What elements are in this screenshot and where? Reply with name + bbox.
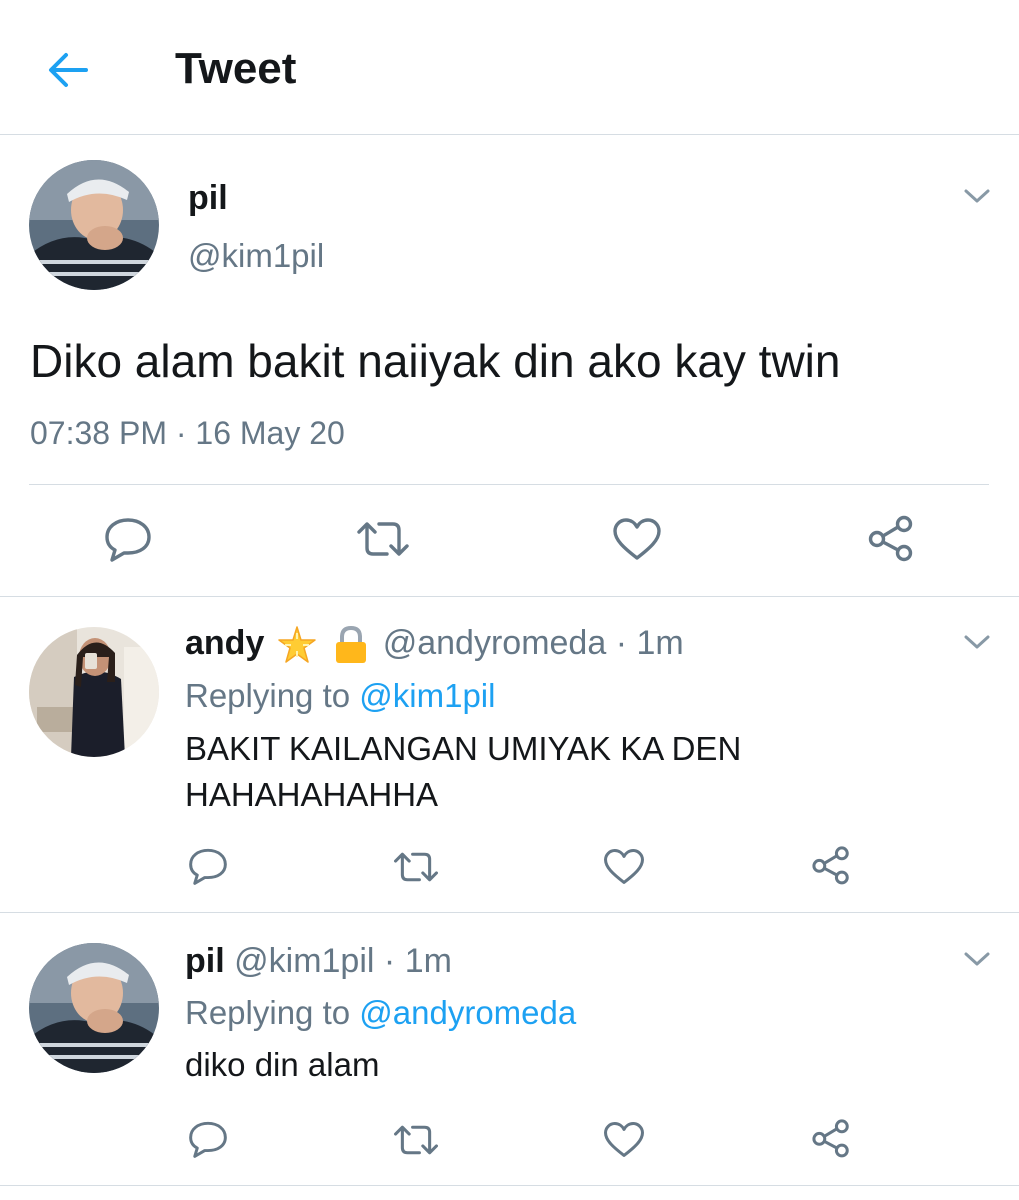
replying-to-line: Replying to @andyromeda (185, 992, 576, 1034)
section-divider (0, 912, 1019, 913)
share-icon (812, 1119, 849, 1158)
chevron-down-icon (964, 635, 990, 649)
replying-to-link[interactable]: @andyromeda (359, 994, 576, 1031)
replying-to-label: Replying to (185, 677, 351, 714)
reply-text: diko din alam (185, 1042, 379, 1088)
author-name[interactable]: pil (188, 178, 228, 218)
section-divider (0, 596, 1019, 597)
reply-button[interactable] (188, 847, 228, 885)
reply-header: andy @andyromeda · 1m (185, 622, 684, 665)
retweet-icon (357, 522, 409, 556)
reply-options-button[interactable] (962, 949, 992, 969)
reply-options-button[interactable] (962, 632, 992, 652)
reply-age: 1m (404, 942, 452, 980)
star-emoji-icon (276, 625, 318, 665)
arrow-left-icon (49, 53, 88, 87)
share-button[interactable] (866, 514, 916, 562)
like-icon (604, 849, 644, 884)
tweet-time: 07:38 PM (30, 415, 167, 451)
reply-text-line: diko din alam (185, 1046, 380, 1083)
tweet-text: Diko alam bakit naiiyak din ako kay twin (30, 335, 841, 387)
like-icon (604, 1122, 644, 1157)
chevron-down-icon (964, 952, 990, 966)
share-icon (868, 515, 913, 562)
reply-author-name[interactable]: andy (185, 624, 264, 662)
header-divider (0, 134, 1019, 135)
avatar[interactable] (29, 160, 159, 290)
avatar[interactable] (29, 627, 159, 757)
retweet-button[interactable] (356, 518, 410, 560)
like-button[interactable] (612, 517, 662, 561)
page-title: Tweet (175, 44, 297, 93)
reply-author-name[interactable]: pil (185, 942, 225, 980)
reply-button[interactable] (104, 516, 152, 562)
share-icon (812, 846, 849, 885)
reply-icon (189, 1121, 227, 1158)
like-button[interactable] (603, 1121, 645, 1158)
chevron-down-icon (964, 189, 990, 203)
reply-text-line: BAKIT KAILANGAN UMIYAK KA DEN (185, 730, 742, 767)
lock-emoji-icon (333, 625, 369, 665)
replying-to-line: Replying to @kim1pil (185, 675, 495, 717)
share-button[interactable] (810, 1118, 852, 1158)
header-separator: · (383, 942, 396, 980)
author-handle[interactable]: @kim1pil (188, 236, 324, 276)
avatar[interactable] (29, 943, 159, 1073)
reply-text: BAKIT KAILANGAN UMIYAK KA DEN HAHAHAHAHH… (185, 726, 741, 818)
back-button[interactable] (44, 50, 90, 90)
timestamp-separator: · (175, 415, 187, 451)
retweet-button[interactable] (393, 849, 439, 885)
tweet-options-button[interactable] (962, 186, 992, 206)
tweet-stats-divider (29, 484, 989, 485)
reply-button[interactable] (188, 1120, 228, 1158)
share-button[interactable] (810, 845, 852, 885)
replying-to-label: Replying to (185, 994, 351, 1031)
like-icon (613, 518, 661, 560)
retweet-button[interactable] (393, 1122, 439, 1158)
retweet-icon (394, 1125, 438, 1155)
reply-author-handle[interactable]: @kim1pil (234, 942, 374, 980)
tweet-date: 16 May 20 (195, 415, 345, 451)
header-separator: · (615, 624, 628, 662)
reply-age: 1m (636, 624, 684, 662)
reply-icon (105, 518, 151, 562)
retweet-icon (394, 852, 438, 882)
replying-to-link[interactable]: @kim1pil (359, 677, 495, 714)
like-button[interactable] (603, 848, 645, 885)
section-divider (0, 1185, 1019, 1186)
tweet-timestamp: 07:38 PM · 16 May 20 (30, 413, 345, 453)
reply-author-handle[interactable]: @andyromeda (383, 624, 607, 662)
reply-text-line: HAHAHAHAHHA (185, 776, 439, 813)
reply-header: pil @kim1pil · 1m (185, 940, 452, 982)
reply-icon (189, 848, 227, 885)
